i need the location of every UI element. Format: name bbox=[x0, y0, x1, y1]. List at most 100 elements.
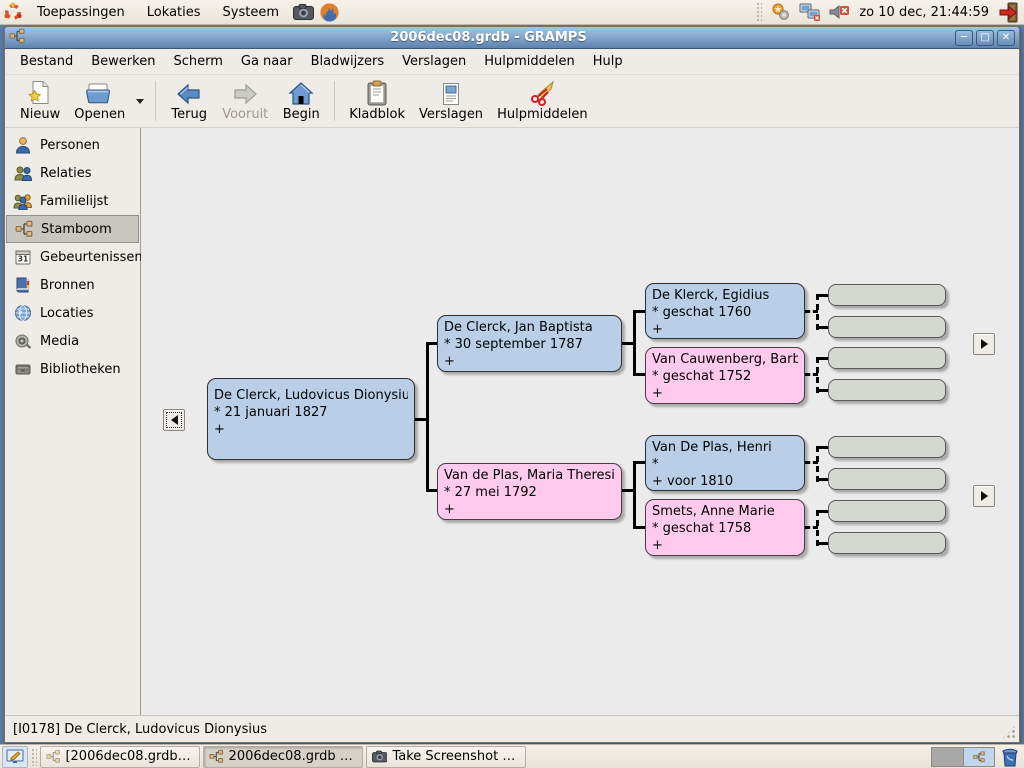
sidebar-item-bronnen[interactable]: Bronnen bbox=[6, 271, 139, 299]
sidebar-item-gebeurtenissen[interactable]: 31 Gebeurtenissen bbox=[6, 243, 139, 271]
pedigree-connector-dashed bbox=[816, 294, 819, 330]
statusbar: [I0178] De Clerck, Ludovicus Dionysius bbox=[5, 715, 1019, 742]
toolbar-separator bbox=[155, 81, 156, 121]
menu-system[interactable]: Systeem bbox=[212, 0, 290, 25]
person-box-grandmother-maternal[interactable]: Smets, Anne Marie * geschat 1758 + bbox=[645, 499, 805, 556]
home-label: Begin bbox=[283, 107, 320, 122]
task-button-gramps-active[interactable]: 2006dec08.grdb - ... bbox=[203, 746, 363, 768]
workspace-window-icon bbox=[973, 751, 985, 763]
menu-bladwijzers[interactable]: Bladwijzers bbox=[302, 50, 394, 73]
open-icon bbox=[86, 80, 114, 106]
sidebar-label: Relaties bbox=[40, 166, 92, 181]
person-birth: * 21 januari 1827 bbox=[214, 404, 408, 421]
reports-button[interactable]: Verslagen bbox=[412, 77, 490, 125]
pedigree-connector bbox=[633, 373, 645, 376]
titlebar[interactable]: 2006dec08.grdb - GRAMPS ─ □ ✕ bbox=[5, 27, 1019, 49]
panel-drag-handle[interactable] bbox=[756, 2, 762, 22]
statusbar-text: [I0178] De Clerck, Ludovicus Dionysius bbox=[13, 722, 267, 737]
tools-label: Hulpmiddelen bbox=[497, 107, 588, 122]
sidebar-item-familielijst[interactable]: Familielijst bbox=[6, 187, 139, 215]
desktop: Toepassingen Lokaties Systeem bbox=[0, 0, 1024, 768]
menu-bestand[interactable]: Bestand bbox=[11, 50, 82, 73]
task-button-gramps-minimized[interactable]: [2006dec08.grdb -... bbox=[40, 746, 200, 768]
pedigree-connector-dashed bbox=[816, 446, 828, 449]
person-box-grandfather-maternal[interactable]: Van De Plas, Henri * + voor 1810 bbox=[645, 435, 805, 491]
home-button[interactable]: Begin bbox=[275, 77, 327, 125]
show-desktop-button[interactable] bbox=[2, 746, 28, 768]
sidebar-item-locaties[interactable]: Locaties bbox=[6, 299, 139, 327]
pedigree-icon bbox=[14, 219, 34, 239]
sidebar-item-personen[interactable]: Personen bbox=[6, 131, 139, 159]
pedigree-connector-dashed bbox=[816, 542, 828, 545]
person-box-unknown bbox=[828, 316, 946, 338]
resize-grip[interactable] bbox=[1001, 724, 1017, 740]
menubar: Bestand Bewerken Scherm Ga naar Bladwijz… bbox=[5, 49, 1019, 75]
back-button[interactable]: Terug bbox=[163, 77, 215, 125]
panel-clock[interactable]: zo 10 dec, 21:44:59 bbox=[855, 5, 993, 20]
open-label: Openen bbox=[74, 107, 125, 122]
task-button-screenshot[interactable]: Take Screenshot w... bbox=[366, 746, 526, 768]
person-box-grandmother-paternal[interactable]: Van Cauwenberg, Barbe * geschat 1752 + bbox=[645, 347, 805, 404]
pedigree-connector bbox=[633, 310, 636, 376]
maximize-button[interactable]: □ bbox=[976, 30, 994, 46]
open-button[interactable]: Openen bbox=[67, 77, 132, 125]
reports-label: Verslagen bbox=[419, 107, 483, 122]
media-icon bbox=[13, 331, 33, 351]
person-box-unknown bbox=[828, 436, 946, 458]
menu-places[interactable]: Lokaties bbox=[136, 0, 212, 25]
tools-button[interactable]: Hulpmiddelen bbox=[490, 77, 595, 125]
menu-verslagen[interactable]: Verslagen bbox=[393, 50, 475, 73]
person-icon bbox=[13, 135, 33, 155]
menu-applications[interactable]: Toepassingen bbox=[26, 0, 136, 25]
pedigree-connector-dashed bbox=[816, 510, 828, 513]
network-icon[interactable] bbox=[798, 0, 822, 24]
scratchpad-button[interactable]: Kladblok bbox=[342, 77, 412, 125]
task-label: 2006dec08.grdb - ... bbox=[229, 749, 357, 764]
sidebar-item-stamboom[interactable]: Stamboom bbox=[6, 215, 139, 243]
menu-hulpmiddelen[interactable]: Hulpmiddelen bbox=[475, 50, 584, 73]
pedigree-connector bbox=[426, 342, 429, 492]
sidebar-label: Gebeurtenissen bbox=[40, 250, 143, 265]
screenshot-launcher-icon[interactable] bbox=[291, 0, 315, 24]
person-death: + bbox=[652, 385, 798, 402]
sidebar-item-media[interactable]: Media bbox=[6, 327, 139, 355]
updates-icon[interactable] bbox=[769, 0, 793, 24]
menu-bewerken[interactable]: Bewerken bbox=[82, 50, 164, 73]
events-calendar-icon: 31 bbox=[13, 247, 33, 267]
person-box-root[interactable]: De Clerck, Ludovicus Dionysius * 21 janu… bbox=[207, 378, 415, 460]
close-button[interactable]: ✕ bbox=[997, 30, 1015, 46]
pedigree-nav-right-bottom-button[interactable] bbox=[973, 485, 995, 507]
person-box-grandfather-paternal[interactable]: De Klerck, Egidius * geschat 1760 + bbox=[645, 283, 805, 339]
pedigree-nav-right-top-button[interactable] bbox=[973, 333, 995, 355]
person-birth: * bbox=[652, 456, 798, 473]
gramps-task-icon bbox=[209, 749, 224, 764]
new-button[interactable]: Nieuw bbox=[13, 77, 67, 125]
person-box-unknown bbox=[828, 379, 946, 401]
minimize-button[interactable]: ─ bbox=[955, 30, 973, 46]
trash-applet[interactable] bbox=[998, 746, 1022, 768]
person-box-father[interactable]: De Clerck, Jan Baptista * 30 september 1… bbox=[437, 315, 622, 372]
show-desktop-icon bbox=[6, 749, 24, 765]
forward-button[interactable]: Vooruit bbox=[215, 77, 275, 125]
logout-icon[interactable] bbox=[997, 0, 1021, 24]
clock-text: zo 10 dec, 21:44:59 bbox=[859, 5, 989, 20]
pedigree-nav-left-button[interactable] bbox=[163, 409, 185, 431]
menu-ga-naar[interactable]: Ga naar bbox=[232, 50, 302, 73]
task-label: Take Screenshot w... bbox=[392, 749, 520, 764]
firefox-icon[interactable] bbox=[317, 0, 341, 24]
menu-scherm[interactable]: Scherm bbox=[164, 50, 231, 73]
workspace-1[interactable] bbox=[932, 748, 963, 766]
pedigree-connector-dashed bbox=[816, 510, 819, 546]
open-dropdown-arrow-icon[interactable] bbox=[132, 77, 148, 125]
sidebar-item-bibliotheken[interactable]: Bibliotheken bbox=[6, 355, 139, 383]
distro-logo-icon[interactable] bbox=[1, 0, 25, 24]
menu-hulp[interactable]: Hulp bbox=[584, 50, 632, 73]
volume-muted-icon[interactable] bbox=[827, 0, 851, 24]
pedigree-canvas: De Clerck, Ludovicus Dionysius * 21 janu… bbox=[141, 128, 1019, 715]
places-globe-icon bbox=[13, 303, 33, 323]
sidebar-item-relaties[interactable]: Relaties bbox=[6, 159, 139, 187]
workspace-2-current[interactable] bbox=[963, 748, 994, 766]
sidebar-label: Familielijst bbox=[40, 194, 108, 209]
person-box-unknown bbox=[828, 284, 946, 306]
person-box-mother[interactable]: Van de Plas, Maria Theresia * 27 mei 179… bbox=[437, 463, 622, 520]
